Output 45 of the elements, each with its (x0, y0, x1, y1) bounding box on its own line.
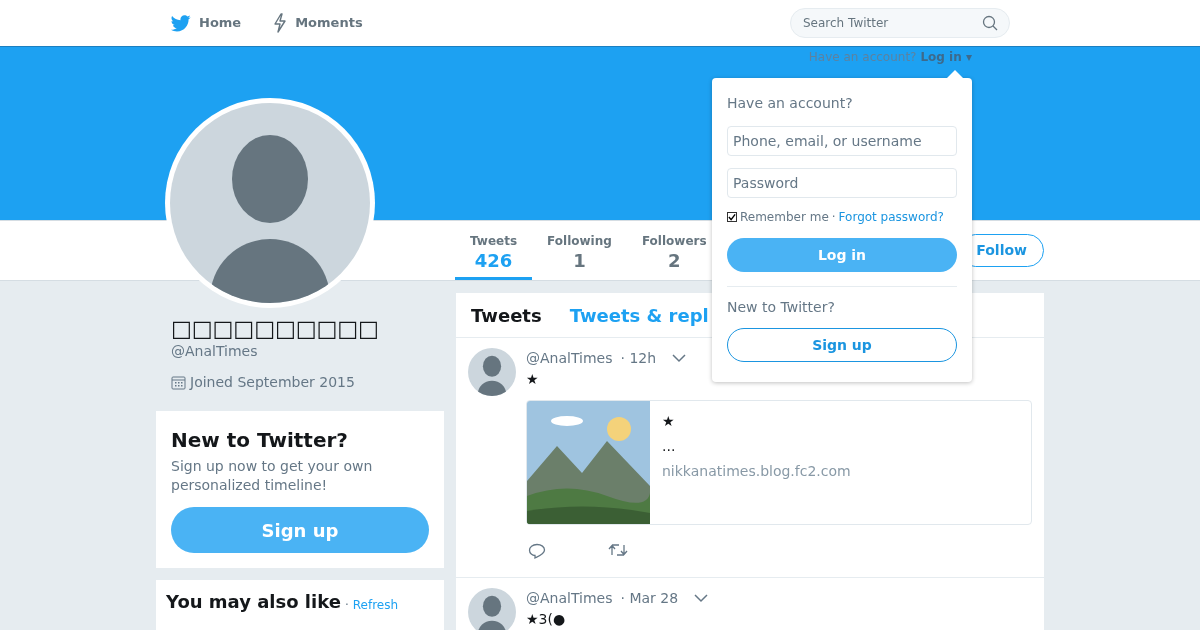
chevron-down-icon[interactable] (672, 354, 687, 363)
username-field[interactable]: Phone, email, or username (727, 126, 957, 156)
signup-prompt: New to Twitter? (727, 298, 836, 317)
separator-dot: · (344, 597, 349, 614)
reply-icon[interactable] (528, 543, 546, 559)
avatar-icon (468, 348, 516, 396)
timeline-tab[interactable]: Tweets & repl (569, 301, 709, 329)
tweet-text: ★ (526, 370, 540, 389)
suggestions-title: You may also like (166, 590, 341, 614)
join-date: Joined September 2015 (190, 373, 355, 392)
chevron-down-icon[interactable] (694, 594, 709, 603)
stat-tab[interactable]: Tweets 426 (455, 221, 533, 280)
tweet-handle[interactable]: @AnalTimes (526, 588, 613, 609)
separator-dot: · (831, 209, 836, 226)
search-field[interactable]: Search Twitter (790, 8, 1010, 38)
remember-label: Remember me (740, 209, 829, 226)
refresh-link[interactable]: Refresh (352, 596, 399, 614)
tweet-time: · Mar 28 (620, 589, 679, 608)
calendar-icon (171, 375, 186, 390)
avatar-icon (468, 588, 516, 630)
card-text: Sign up now to get your own personalized timeline! (171, 457, 374, 495)
password-field[interactable]: Password (727, 168, 957, 198)
lightning-icon (273, 13, 288, 33)
tweet-handle[interactable]: @AnalTimes (526, 348, 613, 369)
forgot-password-link[interactable]: Forgot password? (838, 208, 944, 226)
card-description: ... (662, 437, 677, 456)
remember-checkbox[interactable] (727, 212, 737, 222)
timeline-tab[interactable]: Tweets (471, 301, 542, 329)
bird-icon (171, 14, 191, 32)
dropdown-title: Have an account? (727, 94, 854, 113)
signup-button[interactable]: Sign up (727, 328, 957, 362)
nav-link[interactable]: Home (171, 13, 242, 33)
tweet-text: ★3(● (526, 610, 567, 629)
search-icon[interactable] (982, 15, 998, 31)
nav-link[interactable]: Moments (273, 13, 363, 33)
link-card[interactable]: ★ ... nikkanatimes.blog.fc2.com (526, 400, 1032, 525)
card-title: New to Twitter? (171, 427, 349, 454)
retweet-icon[interactable] (608, 543, 628, 557)
tweet-time: · 12h (620, 349, 657, 368)
card-domain: nikkanatimes.blog.fc2.com (662, 462, 851, 481)
card-title: ★ (662, 412, 676, 431)
profile-name: □□□□□□□□□□ (171, 317, 380, 341)
stat-tab[interactable]: Following 1 (532, 221, 627, 280)
profile-handle: @AnalTimes (171, 342, 259, 361)
account-prompt: Have an account? (808, 49, 917, 66)
